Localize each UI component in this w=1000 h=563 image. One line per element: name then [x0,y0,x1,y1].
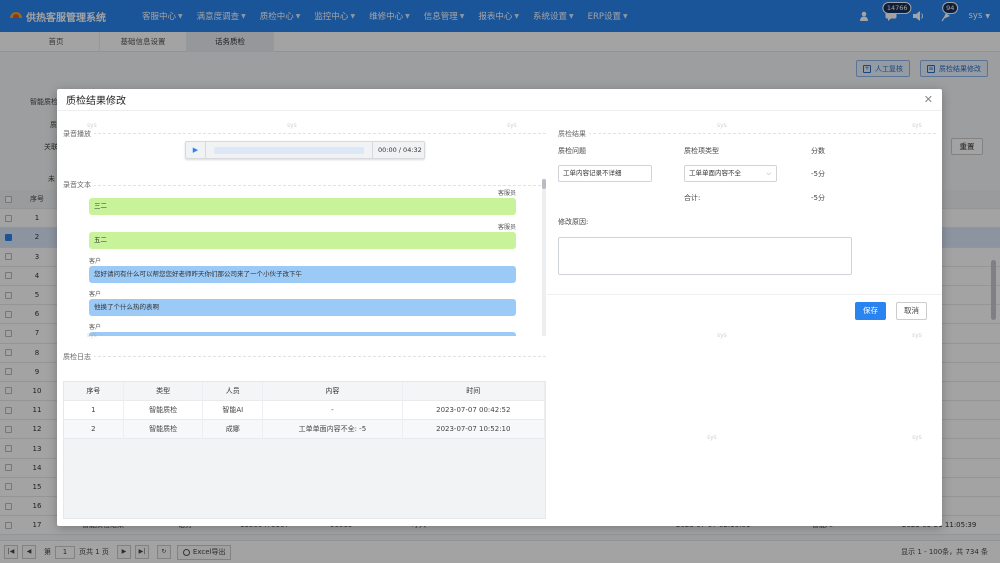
audio-player[interactable]: ▶ 00:00 / 04:32 [185,141,425,159]
total-label: 合计: [684,194,701,202]
chat-message: 客户 您好请问有什么可以帮您您好老师昨天你们那公司来了一个小伙子改下午 [89,256,516,283]
speaker-label: 客服员 [497,224,516,231]
col-type-header: 类型 [124,381,204,401]
score-value: -5分 [811,170,825,178]
item-type-column-label: 质检项类型 [684,147,719,155]
cell-person: 智能AI [203,400,264,420]
watermark: sys [912,332,922,339]
chat-bubble: 您好请问有什么可以帮您您好老师昨天你们那公司来了一个小伙子改下午 [89,266,516,283]
chat-bubble: 他换了个什么热的表啊 [89,299,516,316]
issue-column-label: 质检问题 [558,147,586,155]
chat-message: 客服员 三二 [89,188,516,215]
watermark: sys [912,122,922,129]
cancel-button[interactable]: 取消 [896,302,927,320]
close-icon[interactable]: ✕ [924,93,933,106]
speaker-label: 客户 [89,324,102,331]
speaker-label: 客服员 [497,190,516,197]
result-section-label: 质检结果 [558,129,589,139]
modify-result-dialog: 质检结果修改 ✕ 录音播放 ▶ 00:00 / 04:32 录音文本 客服员 三… [57,89,942,526]
cell-no: 1 [64,400,124,420]
transcript-panel: 客服员 三二 客服员 五二 客户 您好请问有什么可以帮您您好老师昨天你们那公司来… [85,183,546,336]
col-no-header: 序号 [64,381,124,401]
scroll-thumb[interactable] [542,179,546,189]
cell-person: 成娜 [203,419,264,439]
speaker-label: 客户 [89,291,102,298]
chevron-down-icon: ⌵ [766,170,771,177]
cell-type: 智能质检 [124,400,204,420]
divider [63,356,546,357]
chat-message: 客户 他换了个什么热的表啊 [89,289,516,316]
item-type-select[interactable]: 工单单面内容不全 ⌵ [684,165,777,182]
select-value: 工单单面内容不全 [689,169,741,177]
cell-content: 工单单面内容不全: -5 [263,419,403,439]
table-row[interactable]: 1 智能质检 智能AI - 2023-07-07 00:42:52 [64,400,545,420]
chat-bubble: 三二 [89,198,516,215]
col-time-header: 时间 [403,381,545,401]
col-content-header: 内容 [263,381,403,401]
speaker-label: 客户 [89,258,102,265]
cell-time: 2023-07-07 10:52:10 [403,419,545,439]
audio-section-label: 录音播放 [63,129,94,139]
cell-type: 智能质检 [124,419,204,439]
divider [558,133,936,134]
chat-bubble [89,332,516,336]
audio-progress-track[interactable] [214,146,364,154]
chat-bubble: 五二 [89,232,516,249]
play-icon[interactable]: ▶ [186,142,206,158]
chat-message: 客服员 五二 [89,222,516,249]
divider [63,133,546,134]
watermark: sys [912,434,922,441]
chat-message: 客户 [89,322,516,336]
watermark: sys [87,332,97,339]
score-column-label: 分数 [811,147,825,155]
table-row[interactable]: 2 智能质检 成娜 工单单面内容不全: -5 2023-07-07 10:52:… [64,419,545,439]
log-header-row: 序号 类型 人员 内容 时间 [64,381,545,401]
watermark: sys [717,122,727,129]
dialog-title: 质检结果修改 [66,96,126,107]
total-value: -5分 [811,194,825,202]
cell-content: - [263,400,403,420]
col-person-header: 人员 [203,381,264,401]
reason-label: 修改原因: [558,218,589,226]
save-button[interactable]: 保存 [855,302,886,320]
issue-input[interactable]: 工单内容记录不详细 [558,165,652,182]
divider [547,294,942,295]
watermark: sys [287,122,297,129]
watermark: sys [507,122,517,129]
dialog-header: 质检结果修改 ✕ [57,89,942,111]
watermark: sys [717,332,727,339]
cell-no: 2 [64,419,124,439]
watermark: sys [707,434,717,441]
log-section-label: 质检日志 [63,352,94,362]
audio-time: 00:00 / 04:32 [372,142,424,158]
cell-time: 2023-07-07 00:42:52 [403,400,545,420]
quality-log-table: 序号 类型 人员 内容 时间 1 智能质检 智能AI - 2023-07-07 … [63,381,546,519]
transcript-scrollbar[interactable] [542,179,546,336]
reason-textarea[interactable] [558,237,852,275]
watermark: sys [87,122,97,129]
